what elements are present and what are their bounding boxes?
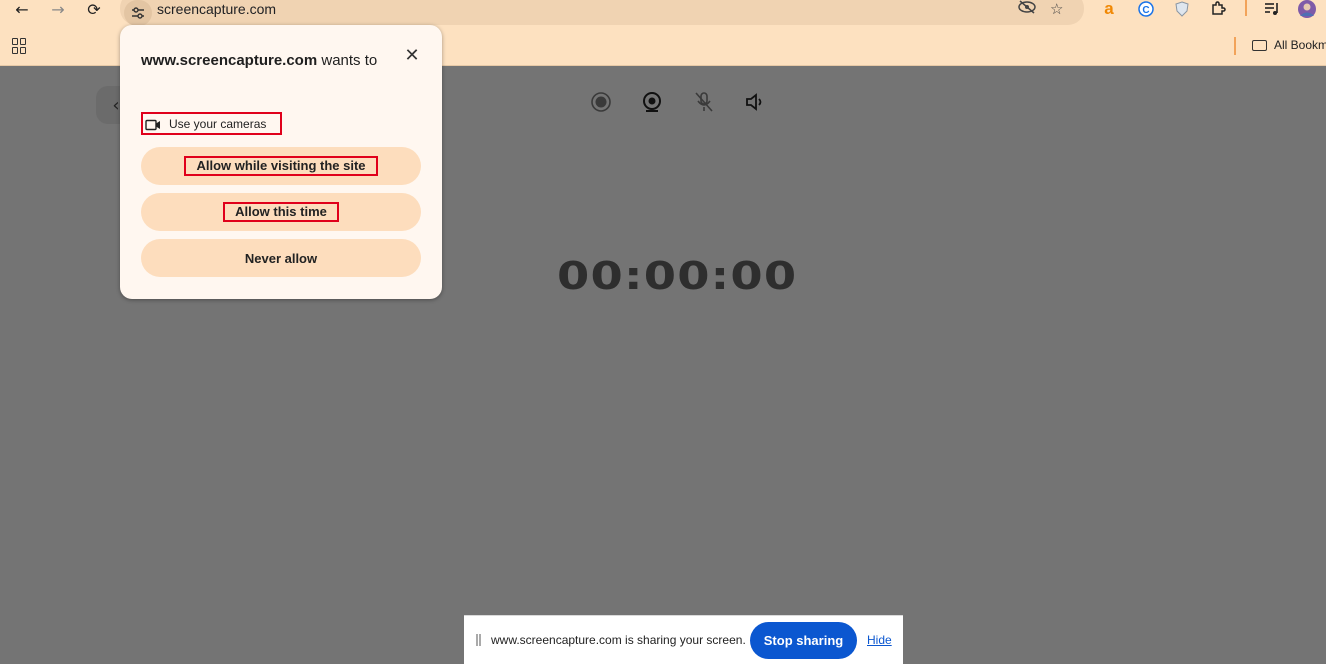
shield-icon[interactable] xyxy=(1172,0,1192,18)
stop-sharing-button[interactable]: Stop sharing xyxy=(750,622,857,659)
reload-icon[interactable]: ⟳ xyxy=(82,0,106,19)
media-control-icon[interactable] xyxy=(1262,0,1282,18)
drag-handle-icon[interactable] xyxy=(476,634,481,646)
bookmarks-separator xyxy=(1234,37,1236,55)
record-icon[interactable] xyxy=(589,90,613,114)
popup-title: www.screencapture.com wants to xyxy=(141,49,391,73)
hide-link[interactable]: Hide xyxy=(867,633,892,647)
never-allow-label: Never allow xyxy=(244,250,318,266)
popup-wants-to: wants to xyxy=(321,52,378,69)
permission-text: Use your cameras xyxy=(169,116,267,131)
close-icon[interactable]: ✕ xyxy=(402,45,422,66)
url-text[interactable]: screencapture.com xyxy=(157,1,276,17)
site-settings-icon[interactable] xyxy=(124,0,152,26)
popup-site: www.screencapture.com xyxy=(141,52,318,69)
c-extension-icon[interactable]: C xyxy=(1136,0,1156,18)
eye-off-icon[interactable] xyxy=(1018,0,1036,18)
back-arrow-icon[interactable]: ← xyxy=(10,0,34,19)
sharing-message: www.screencapture.com is sharing your sc… xyxy=(491,633,746,647)
screen-sharing-bar: www.screencapture.com is sharing your sc… xyxy=(464,615,903,664)
all-bookmarks-label: All Bookmarks xyxy=(1274,38,1326,52)
video-camera-icon xyxy=(145,118,161,130)
allow-while-visiting-label: Allow while visiting the site xyxy=(184,156,378,176)
speaker-icon[interactable] xyxy=(743,90,767,114)
permission-popup: www.screencapture.com wants to ✕ Use you… xyxy=(120,25,442,299)
forward-arrow-icon[interactable]: → xyxy=(46,0,70,19)
address-bar[interactable]: screencapture.com ☆ xyxy=(120,0,1084,26)
allow-while-visiting-button[interactable]: Allow while visiting the site xyxy=(141,147,421,185)
camera-permission-row: Use your cameras xyxy=(141,112,282,135)
recording-timer: 00:00:00 xyxy=(557,254,798,298)
mic-off-icon[interactable] xyxy=(692,90,716,114)
allow-this-time-label: Allow this time xyxy=(223,202,339,222)
bookmark-star-icon[interactable]: ☆ xyxy=(1050,0,1063,18)
webcam-icon[interactable] xyxy=(640,90,664,114)
all-bookmarks-button[interactable]: All Bookmarks xyxy=(1252,38,1326,52)
folder-icon xyxy=(1252,39,1267,51)
svg-text:C: C xyxy=(1142,5,1149,16)
apps-grid-icon[interactable] xyxy=(12,38,28,54)
toolbar-separator xyxy=(1245,0,1247,16)
browser-toolbar: ← → ⟳ screencapture.com ☆ a C xyxy=(0,0,1326,26)
never-allow-button[interactable]: Never allow xyxy=(141,239,421,277)
puzzle-icon[interactable] xyxy=(1208,0,1228,18)
amazon-icon[interactable]: a xyxy=(1099,0,1119,18)
allow-this-time-button[interactable]: Allow this time xyxy=(141,193,421,231)
profile-avatar[interactable] xyxy=(1297,0,1317,18)
